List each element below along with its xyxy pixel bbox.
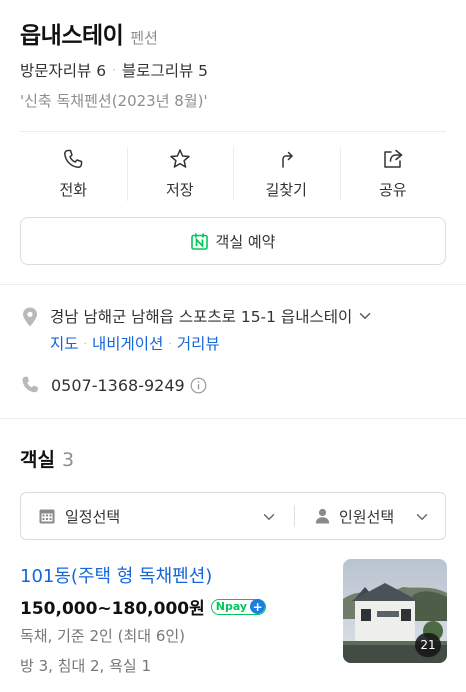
divider bbox=[20, 131, 446, 132]
place-tagline: '신축 독채펜션(2023년 8월)' bbox=[20, 92, 208, 110]
share-icon bbox=[384, 149, 402, 168]
save-label: 저장 bbox=[165, 181, 194, 199]
room-filter: 일정선택 인원선택 bbox=[20, 492, 446, 540]
date-select[interactable]: 일정선택 bbox=[21, 493, 294, 539]
visitor-review-link[interactable]: 방문자리뷰 6 bbox=[20, 59, 106, 81]
chevron-down-icon bbox=[416, 514, 428, 520]
naver-booking-icon bbox=[190, 233, 208, 250]
phone-icon bbox=[64, 149, 83, 168]
place-category: 펜션 bbox=[130, 29, 158, 47]
guest-select-label: 인원선택 bbox=[339, 507, 395, 526]
street-view-link[interactable]: 거리뷰 bbox=[177, 332, 220, 354]
room-price: 150,000~180,000원 bbox=[20, 599, 205, 619]
date-select-label: 일정선택 bbox=[65, 507, 121, 526]
reserve-label: 객실 예약 bbox=[215, 232, 276, 251]
chevron-down-icon bbox=[360, 313, 371, 319]
room-reserve-button[interactable]: 객실 예약 bbox=[20, 217, 446, 265]
call-label: 전화 bbox=[59, 181, 88, 199]
phone-number[interactable]: 0507-1368-9249 bbox=[51, 376, 185, 395]
chevron-down-icon bbox=[263, 514, 275, 520]
room-price-row: 150,000~180,000원 Npay + bbox=[20, 594, 267, 619]
npay-badge: Npay + bbox=[210, 598, 267, 615]
place-header: 읍내스테이 펜션 bbox=[20, 16, 158, 50]
phone-icon bbox=[22, 376, 38, 393]
address-text-wrap[interactable]: 경남 남해군 남해읍 스포츠로 15-1 읍내스테이 bbox=[50, 305, 372, 327]
divider bbox=[0, 284, 466, 285]
npay-plus-icon: + bbox=[250, 599, 266, 614]
call-button[interactable]: 전화 bbox=[20, 143, 127, 203]
star-icon bbox=[170, 149, 190, 168]
address-links: 지도 · 내비게이션 · 거리뷰 bbox=[50, 332, 220, 354]
rooms-section-title: 객실 3 bbox=[20, 445, 74, 472]
room-name-link[interactable]: 101동(주택 형 독채펜션) bbox=[20, 562, 212, 588]
review-summary: 방문자리뷰 6 · 블로그리뷰 5 bbox=[20, 59, 208, 81]
person-icon bbox=[315, 508, 330, 524]
link-separator: · bbox=[168, 336, 172, 350]
info-icon[interactable] bbox=[190, 377, 207, 394]
location-pin-icon bbox=[23, 307, 37, 327]
link-separator: · bbox=[83, 336, 88, 350]
photo-count-badge: 21 bbox=[415, 633, 441, 657]
directions-icon bbox=[282, 151, 293, 168]
review-separator: · bbox=[112, 63, 116, 77]
action-bar: 전화 저장 길찾기 공유 bbox=[20, 143, 446, 203]
divider bbox=[0, 418, 466, 419]
phone-row: 0507-1368-9249 bbox=[20, 375, 207, 395]
calendar-icon bbox=[39, 509, 55, 524]
rooms-count: 3 bbox=[61, 449, 75, 471]
address-row: 경남 남해군 남해읍 스포츠로 15-1 읍내스테이 bbox=[20, 305, 372, 328]
navigation-link[interactable]: 내비게이션 bbox=[92, 332, 163, 354]
map-link[interactable]: 지도 bbox=[50, 332, 79, 354]
room-facilities: 방 3, 침대 2, 욕실 1 bbox=[20, 657, 152, 675]
room-capacity: 독채, 기준 2인 (최대 6인) bbox=[20, 627, 186, 645]
directions-label: 길찾기 bbox=[265, 181, 307, 199]
npay-label: pay bbox=[224, 600, 248, 613]
blog-review-link[interactable]: 블로그리뷰 5 bbox=[122, 59, 208, 81]
address-text: 경남 남해군 남해읍 스포츠로 15-1 읍내스테이 bbox=[50, 308, 353, 326]
share-label: 공유 bbox=[378, 181, 407, 199]
rooms-title: 객실 bbox=[20, 449, 55, 471]
directions-button[interactable]: 길찾기 bbox=[233, 143, 340, 203]
room-photo[interactable]: 21 bbox=[343, 559, 447, 663]
place-title: 읍내스테이 bbox=[20, 23, 124, 49]
save-button[interactable]: 저장 bbox=[126, 143, 234, 203]
guest-select[interactable]: 인원선택 bbox=[295, 493, 445, 539]
share-button[interactable]: 공유 bbox=[339, 143, 447, 203]
npay-n-icon: N bbox=[215, 600, 225, 613]
